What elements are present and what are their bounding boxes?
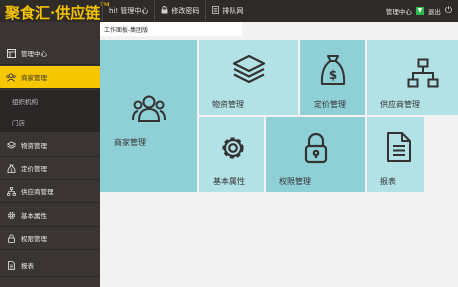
grid-icon [6,48,16,58]
sidebar-label: 权限管理 [21,235,47,243]
admin-center-link[interactable]: 管理中心 [386,6,412,16]
document-icon [387,132,411,162]
sidebar-item-reports[interactable]: 报表 [0,254,100,277]
users-icon [132,95,166,122]
layers-icon [232,54,266,84]
sidebar-label: 商家管理 [21,74,47,82]
sidebar-item-attributes[interactable]: 基本属性 [0,204,100,227]
svg-text:$: $ [329,68,337,82]
nav-admin-label: hi! 管理中心 [109,7,149,15]
layers-icon [6,140,16,150]
sidebar-subitem-organization[interactable]: 组织机构 [0,90,100,111]
nav-change-password-label: 修改密码 [171,7,200,15]
gear-icon [6,210,16,220]
sidebar-label: 基本属性 [21,212,47,220]
sidebar-item-admin-center[interactable]: 管理中心 [0,42,100,65]
tile-pricing[interactable]: $ 定价管理 [300,40,365,115]
nav-queue[interactable]: 排队网 [205,0,249,22]
sidebar-item-merchant[interactable]: 商家管理 [0,66,100,89]
nav-change-password[interactable]: 修改密码 [154,0,205,22]
tile-merchant[interactable]: 商家管理 [100,40,197,192]
lock-icon [161,6,168,16]
top-bar: 聚食汇·供应链TM hi! 管理中心 修改密码 排队网 管理中心 ▼ 退出 ⏻ [0,0,458,22]
users-icon [6,72,16,82]
tile-supplier[interactable]: 供应商管理 [367,40,458,115]
gear-icon [222,137,244,159]
padlock-icon [6,233,16,243]
tile-label: 商家管理 [114,138,146,147]
tile-reports[interactable]: 报表 [367,117,424,192]
sidebar-item-materials[interactable]: 物资管理 [0,134,100,157]
tile-attributes[interactable]: 基本属性 [199,117,264,192]
dropdown-icon[interactable]: ▼ [415,7,424,15]
brand-logo: 聚食汇·供应链TM [5,2,110,22]
tile-label: 供应商管理 [380,100,420,109]
sidebar-label: 物资管理 [21,142,47,150]
top-nav: hi! 管理中心 修改密码 排队网 [102,0,249,22]
sidebar-label: 定价管理 [21,165,47,173]
power-icon[interactable]: ⏻ [445,6,452,16]
tile-permissions[interactable]: 权限管理 [266,117,365,192]
sitemap-icon [407,58,439,88]
sidebar-item-pricing[interactable]: $ 定价管理 [0,157,100,180]
sidebar-sub-label: 门店 [12,118,25,127]
sidebar-item-permissions[interactable]: 权限管理 [0,227,100,250]
sidebar-item-supplier[interactable]: 供应商管理 [0,180,100,203]
padlock-icon [304,132,328,164]
top-right-menu: 管理中心 ▼ 退出 ⏻ [386,0,452,22]
sidebar-subitem-store[interactable]: 门店 [0,111,100,132]
sidebar: 管理中心 商家管理 组织机构 门店 物资管理 $ 定价管理 供应商管理 基本属性… [0,22,100,287]
tile-label: 定价管理 [314,100,346,109]
queue-icon [212,6,220,16]
breadcrumb: 工作面板-集团版 [100,22,242,36]
sidebar-label: 供应商管理 [21,188,54,196]
sitemap-icon [6,186,16,196]
app-window: 聚食汇·供应链TM hi! 管理中心 修改密码 排队网 管理中心 ▼ 退出 ⏻ … [0,0,458,287]
tile-label: 基本属性 [213,177,245,186]
breadcrumb-text: 工作面板-集团版 [104,26,149,34]
svg-text:$: $ [10,167,13,172]
tile-label: 物资管理 [212,100,244,109]
money-bag-icon: $ [6,163,16,173]
tile-label: 权限管理 [279,177,311,186]
sidebar-label: 报表 [21,262,34,270]
document-icon [6,260,16,270]
money-bag-icon: $ [320,55,346,85]
tile-materials[interactable]: 物资管理 [199,40,298,115]
nav-queue-label: 排队网 [222,7,244,15]
tile-label: 报表 [380,177,396,186]
sidebar-label: 管理中心 [21,50,47,58]
logout-link[interactable]: 退出 [428,6,441,16]
nav-admin-center[interactable]: hi! 管理中心 [102,0,154,22]
sidebar-sub-label: 组织机构 [12,97,38,106]
